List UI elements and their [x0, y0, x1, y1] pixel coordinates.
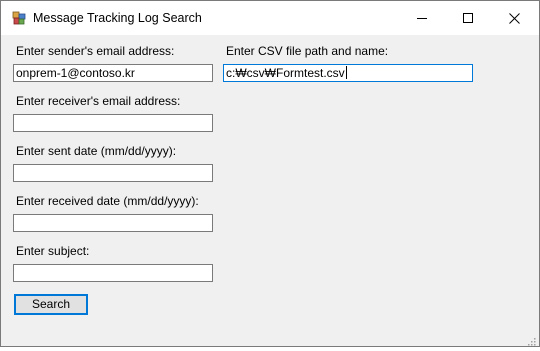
window-title: Message Tracking Log Search: [33, 11, 202, 25]
sent-date-input[interactable]: [13, 164, 213, 182]
received-date-input[interactable]: [13, 214, 213, 232]
minimize-button[interactable]: [399, 1, 445, 35]
search-button-label: Search: [31, 297, 71, 311]
csv-path-input[interactable]: c:₩csv₩Formtest.csv: [223, 64, 473, 82]
maximize-icon: [463, 13, 473, 23]
resize-grip-icon[interactable]: [526, 333, 536, 346]
close-button[interactable]: [491, 1, 537, 35]
close-icon: [508, 12, 520, 24]
search-button[interactable]: Search: [14, 294, 88, 315]
text-caret: [345, 66, 347, 79]
subject-input[interactable]: [13, 264, 213, 282]
csv-path-label: Enter CSV file path and name:: [226, 44, 389, 58]
receiver-email-label: Enter receiver's email address:: [16, 94, 181, 108]
minimize-icon: [417, 18, 427, 19]
sender-email-value: onprem-1@contoso.kr: [16, 66, 135, 80]
sent-date-label: Enter sent date (mm/dd/yyyy):: [16, 144, 177, 158]
subject-label: Enter subject:: [16, 244, 90, 258]
maximize-button[interactable]: [445, 1, 491, 35]
message-tracking-window: Message Tracking Log Search Enter sender…: [0, 0, 540, 347]
sender-email-label: Enter sender's email address:: [16, 44, 175, 58]
sender-email-input[interactable]: onprem-1@contoso.kr: [13, 64, 213, 82]
csv-path-value: c:₩csv₩Formtest.csv: [226, 66, 345, 80]
app-icon: [12, 11, 26, 25]
receiver-email-input[interactable]: [13, 114, 213, 132]
received-date-label: Enter received date (mm/dd/yyyy):: [16, 194, 199, 208]
title-bar[interactable]: Message Tracking Log Search: [1, 1, 539, 35]
